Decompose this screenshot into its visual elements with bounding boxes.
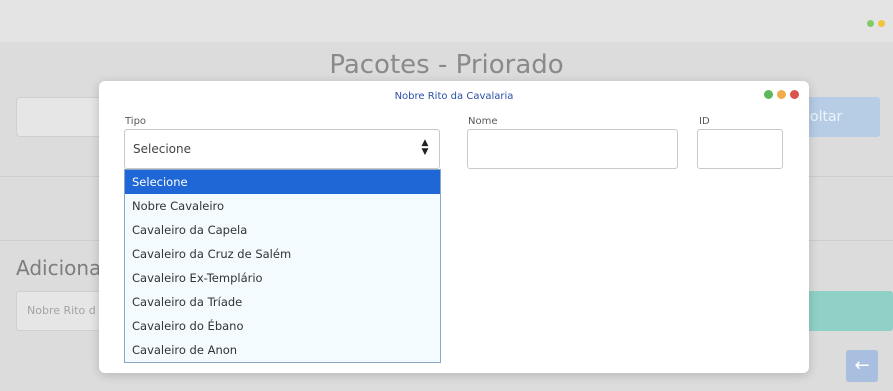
select-arrows-icon: ▲ ▼ (421, 138, 429, 157)
dropdown-option[interactable]: Cavaleiro de Anon (125, 338, 440, 362)
green-dot-icon[interactable] (867, 20, 874, 27)
modal-title: Nobre Rito da Cavalaria (394, 91, 514, 102)
top-bar (0, 0, 893, 42)
id-label: ID (699, 116, 710, 127)
maximize-dot-icon[interactable] (764, 90, 773, 99)
nome-input[interactable] (467, 129, 678, 169)
nome-label: Nome (468, 116, 498, 127)
yellow-dot-icon[interactable] (878, 20, 885, 27)
tipo-dropdown-list: Selecione Nobre Cavaleiro Cavaleiro da Cap… (124, 169, 441, 363)
tipo-select[interactable]: Selecione ▲ ▼ (124, 129, 440, 169)
dropdown-option[interactable]: Nobre Cavaleiro (125, 194, 440, 218)
dropdown-option[interactable]: Cavaleiro Ex-Templário (125, 266, 440, 290)
id-input[interactable] (697, 129, 783, 169)
dropdown-option[interactable]: Cavaleiro da Capela (125, 218, 440, 242)
tipo-label: Tipo (125, 116, 147, 127)
tipo-select-value: Selecione (133, 142, 191, 156)
modal-window-controls (764, 90, 799, 99)
dropdown-option[interactable]: Cavaleiro da Cruz de Salém (125, 242, 440, 266)
dropdown-option[interactable]: Cavaleiro do Ébano (125, 314, 440, 338)
close-dot-icon[interactable] (790, 90, 799, 99)
dropdown-option[interactable]: Cavaleiro da Tríade (125, 290, 440, 314)
back-button[interactable]: ← (846, 350, 878, 382)
dropdown-option[interactable]: Selecione (125, 170, 440, 194)
section-heading: Adicionar (16, 256, 110, 280)
modal-dialog: Nobre Rito da Cavalaria Tipo Selecione ▲… (99, 81, 809, 373)
window-controls (867, 20, 885, 27)
arrow-left-icon: ← (854, 355, 870, 376)
page-title: Pacotes - Priorado (329, 50, 564, 80)
minimize-dot-icon[interactable] (777, 90, 786, 99)
